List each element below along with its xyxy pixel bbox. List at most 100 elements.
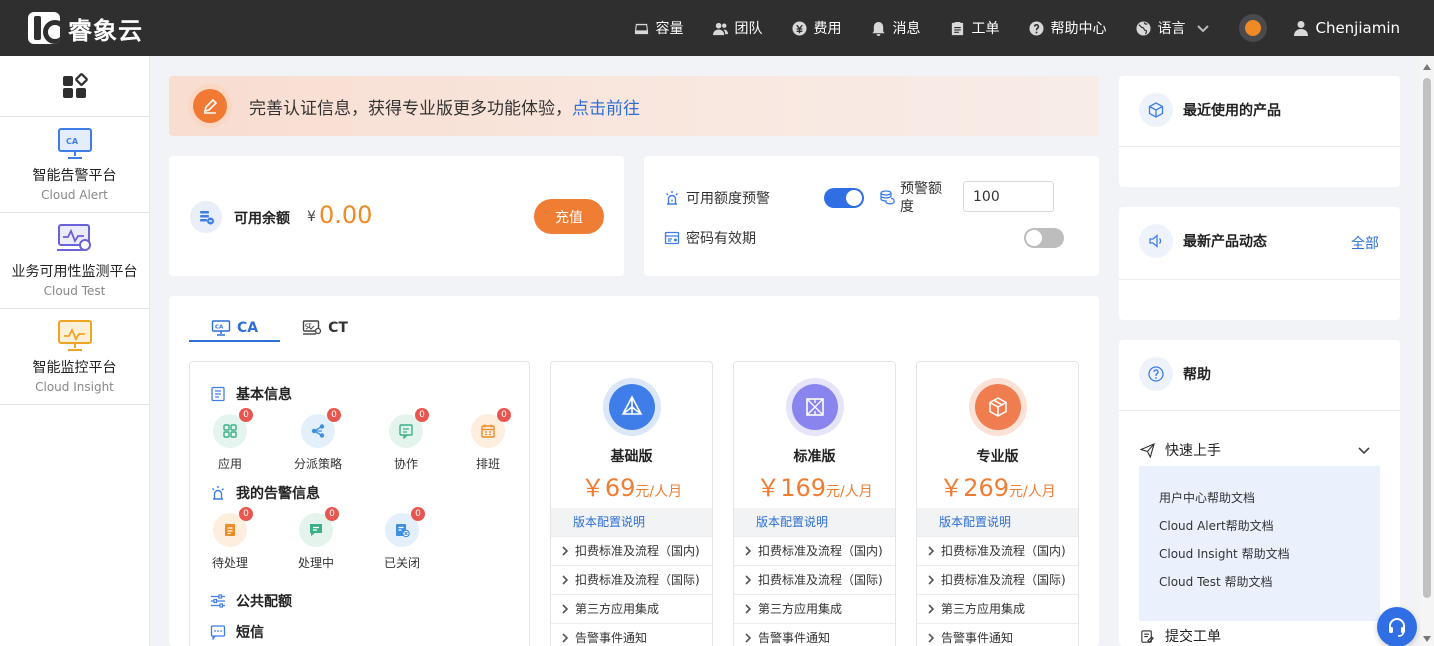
my-alerts-title: 我的告警信息 [210, 483, 320, 503]
quick-item-label: 已关闭 [383, 556, 420, 570]
scroll-up-arrow-icon[interactable] [1423, 64, 1431, 70]
recharge-button[interactable]: 充值 [534, 199, 604, 234]
plan-row[interactable]: 告警事件通知 [734, 623, 895, 646]
logo-text: 睿象云 [68, 16, 143, 45]
plan-config-link[interactable]: 版本配置说明 [917, 508, 1078, 536]
logo[interactable]: 睿象云 [28, 10, 143, 46]
plan-row[interactable]: 第三方应用集成 [551, 594, 712, 623]
wallet-icon [190, 201, 222, 233]
plan-row[interactable]: 扣费标准及流程（国际) [917, 565, 1078, 594]
sidebar-item-cloud-test[interactable]: 业务可用性监测平台 Cloud Test [0, 213, 149, 309]
nav-label: 工单 [971, 21, 1000, 37]
apps-grid-button[interactable] [0, 56, 149, 117]
top-nav: 容量 团队 费用 消息 工单 帮助中心 语言 Chenjiamin [634, 0, 1434, 56]
team-icon [713, 22, 729, 35]
quick-item-pending[interactable]: 0 待处理 [200, 507, 260, 571]
nav-tickets[interactable]: 工单 [950, 18, 999, 38]
quota-alert-toggle[interactable] [824, 188, 864, 208]
user-menu[interactable]: Chenjiamin [1293, 19, 1400, 37]
quick-item-dispatch[interactable]: 0 分派策略 [288, 408, 348, 472]
help-doc-link[interactable]: 用户中心帮助文档 [1139, 489, 1380, 517]
quick-item-processing[interactable]: 0 处理中 [286, 507, 346, 571]
banner-link[interactable]: 点击前往 [572, 94, 640, 119]
recent-products-card: 最近使用的产品 [1119, 76, 1400, 187]
product-overview-card: CA CA CT CT 基本信息 0 应用 0 分派策略 0 协作 0 排班 我… [169, 296, 1099, 646]
sms-title: 短信 [210, 622, 264, 642]
balance-currency: ¥ [307, 209, 316, 225]
cloud-test-icon [56, 223, 91, 251]
sidebar-item-cloud-insight[interactable]: 智能监控平台 Cloud Insight [0, 309, 149, 405]
scroll-thumb[interactable] [1423, 78, 1431, 598]
public-quota-title: 公共配额 [210, 591, 292, 611]
plan-row[interactable]: 扣费标准及流程（国内) [734, 536, 895, 565]
quick-item-schedule[interactable]: 0 排班 [458, 408, 518, 472]
nav-help-center[interactable]: 帮助中心 [1029, 18, 1106, 38]
chevron-right-icon [928, 575, 935, 585]
help-doc-link[interactable]: Cloud Insight 帮助文档 [1139, 545, 1380, 573]
plan-row[interactable]: 扣费标准及流程（国内) [917, 536, 1078, 565]
quick-item-label: 待处理 [211, 556, 248, 570]
apps-grid-icon [62, 73, 88, 98]
plan-row[interactable]: 扣费标准及流程（国际) [551, 565, 712, 594]
plan-row[interactable]: 扣费标准及流程（国际) [734, 565, 895, 594]
alarm-icon [666, 191, 678, 205]
help-icon [1029, 20, 1044, 36]
help-doc-link[interactable]: Cloud Alert帮助文档 [1139, 517, 1380, 545]
floating-support-button[interactable] [1377, 607, 1417, 646]
plan-row[interactable]: 告警事件通知 [917, 623, 1078, 646]
plan-row[interactable]: 第三方应用集成 [734, 594, 895, 623]
scroll-down-arrow-icon[interactable] [1423, 636, 1431, 642]
card-title: 最近使用的产品 [1183, 103, 1281, 119]
quick-item-closed[interactable]: 0 已关闭 [372, 507, 432, 571]
count-badge: 0 [327, 408, 341, 422]
plan-icon [975, 384, 1021, 430]
nav-label: 费用 [813, 21, 842, 37]
quick-start-label: 快速上手 [1165, 443, 1221, 459]
view-all-link[interactable]: 全部 [1351, 233, 1379, 253]
plan-currency: ￥ [580, 474, 605, 502]
quick-item-collaboration[interactable]: 0 协作 [376, 408, 436, 472]
plan-row-label: 扣费标准及流程（国内) [941, 544, 1066, 558]
nav-label: 语言 [1157, 21, 1186, 37]
password-expiry-label: 密码有效期 [686, 231, 756, 247]
plan-config-link[interactable]: 版本配置说明 [551, 508, 712, 536]
plan-row[interactable]: 扣费标准及流程（国内) [551, 536, 712, 565]
nav-label: 消息 [892, 21, 921, 37]
quick-item-apps[interactable]: 0 应用 [200, 408, 260, 472]
plan-name: 标准版 [793, 449, 836, 465]
quick-start-toggle[interactable]: 快速上手 [1140, 440, 1221, 460]
section-title-text: 我的告警信息 [236, 486, 320, 502]
plan-price-value: 169 [780, 474, 827, 502]
tab-ct[interactable]: CT CT [280, 314, 370, 341]
quota-alert-row: 可用额度预警 [664, 188, 770, 208]
plan-price: ￥269元/人月 [917, 468, 1078, 503]
plan-config-link[interactable]: 版本配置说明 [734, 508, 895, 536]
plan-row[interactable]: 告警事件通知 [551, 623, 712, 646]
speaker-icon [1139, 224, 1173, 258]
cube-icon [989, 397, 1007, 417]
box-icon [1139, 93, 1173, 127]
tab-ca[interactable]: CA CA [189, 314, 281, 342]
threshold-input[interactable] [963, 181, 1054, 212]
plan-row-label: 扣费标准及流程（国内) [575, 544, 700, 558]
plan-row[interactable]: 第三方应用集成 [917, 594, 1078, 623]
nav-team[interactable]: 团队 [713, 18, 762, 38]
password-expiry-toggle[interactable] [1024, 228, 1064, 248]
nav-cost[interactable]: 费用 [792, 18, 841, 38]
plan-price-unit: 元/人月 [826, 484, 873, 500]
headset-avatar-button[interactable] [1239, 14, 1268, 42]
nav-messages[interactable]: 消息 [871, 18, 920, 38]
help-doc-link[interactable]: Cloud Test 帮助文档 [1139, 573, 1380, 601]
nav-capacity[interactable]: 容量 [634, 18, 683, 38]
svg-text:CA: CA [215, 324, 224, 330]
plan-price-value: 269 [963, 474, 1010, 502]
page-scrollbar[interactable] [1420, 56, 1434, 646]
plan-professional: 专业版 ￥269元/人月 版本配置说明 扣费标准及流程（国内) 扣费标准及流程（… [916, 361, 1079, 646]
headset-icon [1245, 20, 1262, 36]
nav-language[interactable]: 语言 [1136, 18, 1210, 38]
ticket-edit-icon [1141, 629, 1154, 643]
sidebar-item-cloud-alert[interactable]: CA 智能告警平台 Cloud Alert [0, 117, 149, 213]
chevron-right-icon [745, 633, 752, 643]
submit-ticket-link[interactable]: 提交工单 [1140, 626, 1221, 646]
divider [1119, 279, 1400, 280]
